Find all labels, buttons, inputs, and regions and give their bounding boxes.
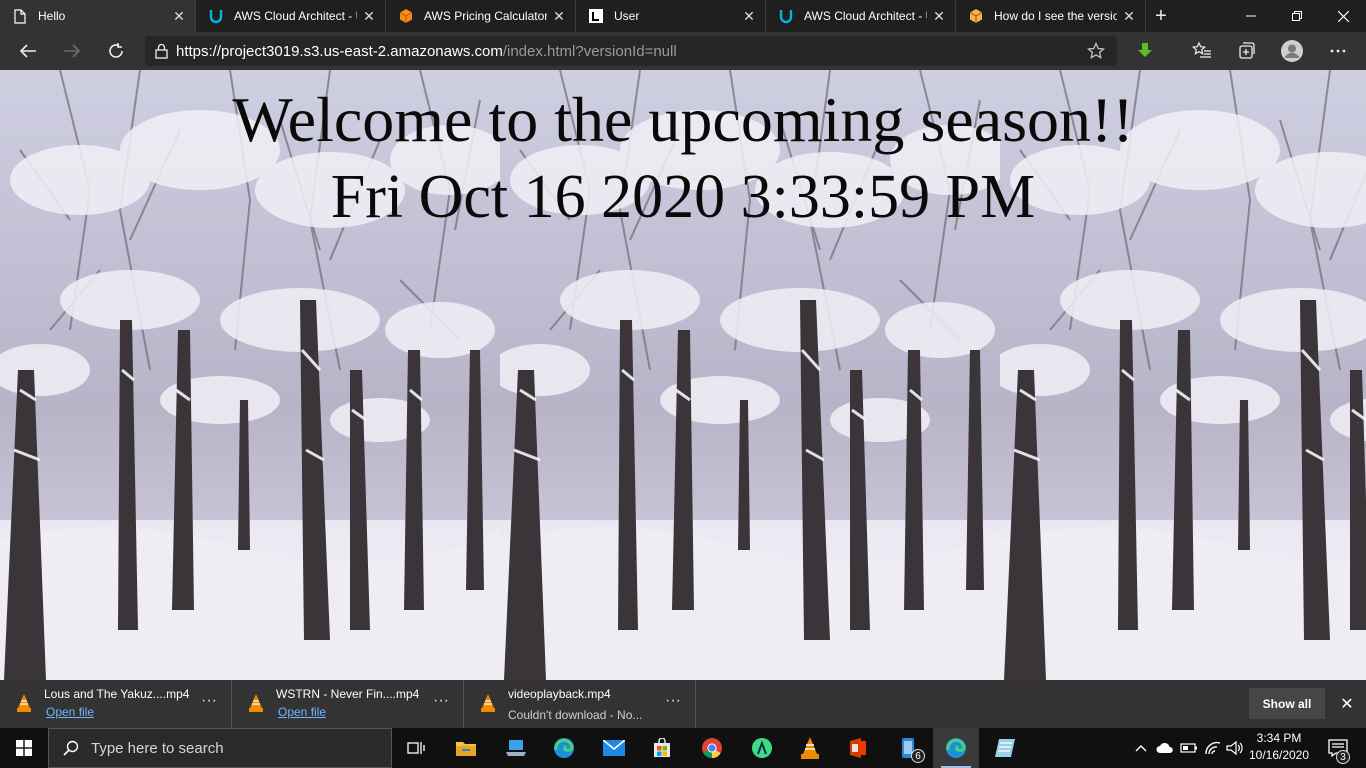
new-tab-button[interactable]: + bbox=[1146, 0, 1176, 32]
forward-button[interactable] bbox=[56, 36, 88, 66]
android-studio-icon[interactable] bbox=[739, 728, 785, 768]
page-heading: Welcome to the upcoming season!! bbox=[232, 84, 1134, 155]
page-icon bbox=[12, 8, 28, 24]
download-item[interactable]: Lous and The Yakuz....mp4 Open file ··· bbox=[0, 680, 232, 728]
tab-label: AWS Cloud Architect - U bbox=[234, 9, 357, 23]
this-pc-icon[interactable] bbox=[493, 728, 539, 768]
tab-strip: Hello ✕ AWS Cloud Architect - U ✕ AWS Pr… bbox=[0, 0, 1366, 32]
open-file-link[interactable]: Open file bbox=[46, 705, 94, 719]
close-downloads-bar-icon[interactable]: ✕ bbox=[1335, 690, 1359, 718]
mail-icon[interactable] bbox=[591, 728, 637, 768]
notification-badge: 6 bbox=[911, 749, 925, 763]
address-bar[interactable]: https://project3019.s3.us-east-2.amazona… bbox=[145, 36, 1117, 66]
onedrive-cloud-icon[interactable] bbox=[1154, 728, 1176, 768]
download-filename: WSTRN - Never Fin....mp4 bbox=[276, 687, 420, 701]
download-filename: Lous and The Yakuz....mp4 bbox=[44, 687, 190, 701]
url-path: /index.html?versionId=null bbox=[502, 42, 677, 60]
microsoft-store-icon[interactable] bbox=[639, 728, 685, 768]
notification-count-badge: 3 bbox=[1336, 750, 1350, 764]
favorites-icon[interactable] bbox=[1186, 36, 1218, 66]
close-tab-icon[interactable]: ✕ bbox=[741, 8, 757, 25]
vlc-file-icon bbox=[480, 694, 498, 714]
clock-date: 10/16/2020 bbox=[1248, 748, 1310, 762]
profile-avatar[interactable] bbox=[1276, 36, 1308, 66]
web-page-content: Welcome to the upcoming season!! Fri Oct… bbox=[0, 70, 1366, 680]
download-more-icon[interactable]: ··· bbox=[433, 692, 449, 710]
collections-icon[interactable] bbox=[1230, 36, 1262, 66]
windows-start-button[interactable] bbox=[0, 728, 48, 768]
back-button[interactable] bbox=[12, 36, 44, 66]
volume-icon[interactable] bbox=[1224, 728, 1246, 768]
download-error-status: Couldn't download - No... bbox=[508, 708, 643, 722]
tab-how-do-i-see-version[interactable]: How do I see the versio ✕ bbox=[956, 0, 1146, 32]
tab-label: How do I see the versio bbox=[994, 9, 1117, 23]
tab-aws-pricing-calculator[interactable]: AWS Pricing Calculator ✕ bbox=[386, 0, 576, 32]
battery-icon[interactable] bbox=[1178, 728, 1200, 768]
page-datetime: Fri Oct 16 2020 3:33:59 PM bbox=[330, 163, 1036, 231]
downloads-bar: Lous and The Yakuz....mp4 Open file ··· … bbox=[0, 680, 1366, 728]
close-tab-icon[interactable]: ✕ bbox=[551, 8, 567, 25]
edge-browser-icon[interactable] bbox=[541, 728, 587, 768]
download-filename: videoplayback.mp4 bbox=[508, 687, 611, 701]
office-icon[interactable] bbox=[835, 728, 881, 768]
system-clock[interactable]: 3:34 PM 10/16/2020 bbox=[1244, 730, 1314, 764]
tab-label: Hello bbox=[38, 9, 66, 23]
udacity-icon bbox=[778, 8, 794, 24]
download-more-icon[interactable]: ··· bbox=[665, 692, 681, 710]
restore-button[interactable] bbox=[1274, 0, 1320, 32]
notepad-icon[interactable] bbox=[983, 728, 1029, 768]
download-item[interactable]: WSTRN - Never Fin....mp4 Open file ··· bbox=[232, 680, 464, 728]
tab-hello[interactable]: Hello ✕ bbox=[0, 0, 196, 32]
task-view-icon[interactable] bbox=[393, 728, 439, 768]
vlc-file-icon bbox=[16, 694, 34, 714]
favorite-star-icon[interactable] bbox=[1087, 42, 1105, 65]
wifi-icon[interactable] bbox=[1202, 728, 1224, 768]
tab-aws-cloud-architect-2[interactable]: AWS Cloud Architect - U ✕ bbox=[766, 0, 956, 32]
download-more-icon[interactable]: ··· bbox=[201, 692, 217, 710]
search-icon bbox=[63, 740, 79, 756]
close-tab-icon[interactable]: ✕ bbox=[361, 8, 377, 25]
download-extension-icon[interactable] bbox=[1129, 36, 1161, 66]
show-all-downloads-button[interactable]: Show all bbox=[1249, 688, 1325, 719]
close-tab-icon[interactable]: ✕ bbox=[1121, 8, 1137, 25]
navigation-bar: https://project3019.s3.us-east-2.amazona… bbox=[0, 32, 1366, 70]
refresh-button[interactable] bbox=[100, 36, 132, 66]
phone-app-icon[interactable]: 6 bbox=[885, 728, 931, 768]
search-placeholder: Type here to search bbox=[91, 739, 224, 757]
s3-bucket-icon bbox=[968, 8, 984, 24]
tab-label: AWS Cloud Architect - U bbox=[804, 9, 927, 23]
edge-active-window-icon[interactable] bbox=[933, 728, 979, 768]
url-text: https://project3019.s3.us-east-2.amazona… bbox=[176, 43, 677, 60]
open-file-link[interactable]: Open file bbox=[278, 705, 326, 719]
tab-label: User bbox=[614, 9, 640, 23]
close-window-button[interactable] bbox=[1320, 0, 1366, 32]
lock-icon[interactable] bbox=[155, 43, 168, 59]
tab-label: AWS Pricing Calculator bbox=[424, 9, 547, 23]
download-item[interactable]: videoplayback.mp4 Couldn't download - No… bbox=[464, 680, 696, 728]
vlc-player-icon[interactable] bbox=[787, 728, 833, 768]
tab-user[interactable]: User ✕ bbox=[576, 0, 766, 32]
windows-taskbar: Type here to search 6 3:34 PM 10/16/2020… bbox=[0, 728, 1366, 768]
udacity-icon bbox=[208, 8, 224, 24]
chrome-icon[interactable] bbox=[689, 728, 735, 768]
user-site-icon bbox=[588, 8, 604, 24]
close-tab-icon[interactable]: ✕ bbox=[171, 8, 187, 25]
close-tab-icon[interactable]: ✕ bbox=[931, 8, 947, 25]
tab-aws-cloud-architect-1[interactable]: AWS Cloud Architect - U ✕ bbox=[196, 0, 386, 32]
clock-time: 3:34 PM bbox=[1256, 731, 1302, 745]
more-menu-icon[interactable] bbox=[1322, 36, 1354, 66]
vlc-file-icon bbox=[248, 694, 266, 714]
file-explorer-icon[interactable] bbox=[443, 728, 489, 768]
taskbar-search-box[interactable]: Type here to search bbox=[48, 728, 392, 768]
url-host: https://project3019.s3.us-east-2.amazona… bbox=[176, 42, 503, 60]
chevron-up-icon[interactable] bbox=[1130, 728, 1152, 768]
minimize-button[interactable] bbox=[1228, 0, 1274, 32]
aws-box-icon bbox=[398, 8, 414, 24]
action-center-icon[interactable]: 3 bbox=[1318, 728, 1358, 768]
